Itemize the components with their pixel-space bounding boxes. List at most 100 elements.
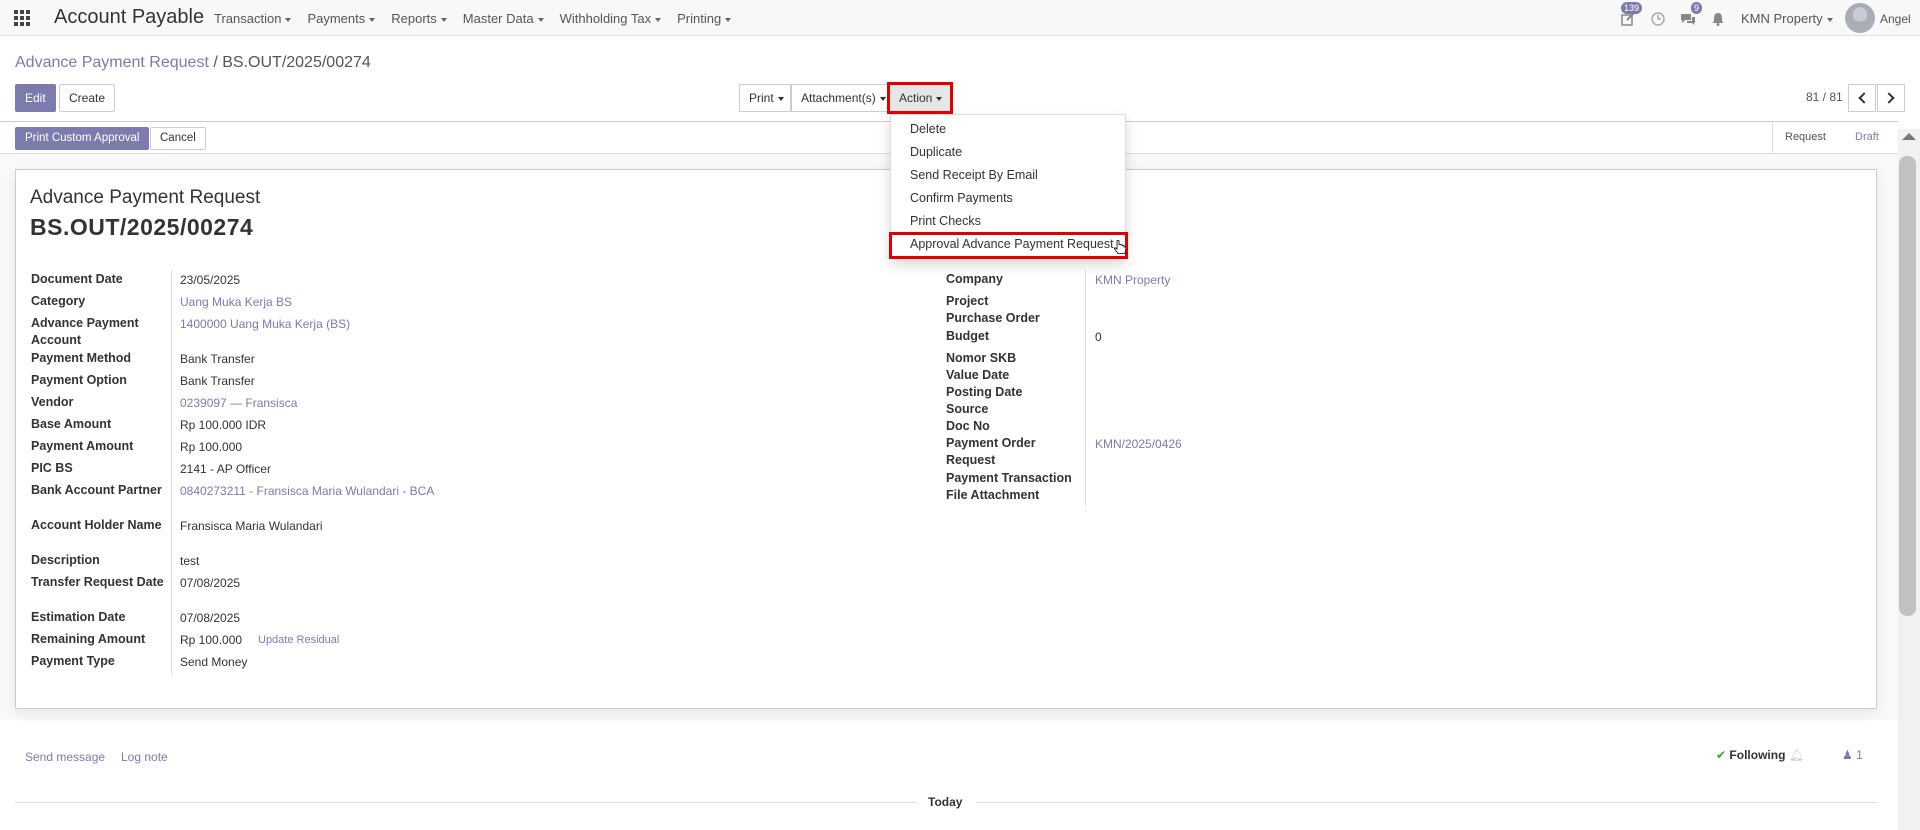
- field-value-payment-amount: Rp 100.000: [180, 440, 243, 454]
- field-value-transfer-request-date: 07/08/2025: [180, 576, 241, 590]
- bell-icon[interactable]: [1710, 11, 1726, 27]
- field-value-payment-type: Send Money: [180, 655, 248, 669]
- field-value-advance-payment-account[interactable]: 1400000 Uang Muka Kerja (BS): [180, 317, 350, 331]
- approval-highlight-box: [889, 232, 1128, 259]
- menu-item-confirm-payments[interactable]: Confirm Payments: [910, 191, 1013, 205]
- field-value-category[interactable]: Uang Muka Kerja BS: [180, 295, 292, 309]
- action-highlight-box: [887, 82, 953, 114]
- field-label-estimation-date: Estimation Date: [31, 610, 126, 624]
- scrollbar-thumb[interactable]: [1899, 156, 1916, 616]
- field-label-vendor: Vendor: [31, 395, 74, 409]
- menu-withholding-tax[interactable]: Withholding Tax: [560, 11, 662, 26]
- menu-payments[interactable]: Payments: [307, 11, 376, 26]
- field-value-pic-bs: 2141 - AP Officer: [180, 462, 271, 476]
- field-label-payment-method: Payment Method: [31, 351, 132, 365]
- stage-draft[interactable]: Draft: [1843, 122, 1891, 153]
- main-menu: Transaction Payments Reports Master Data…: [214, 11, 732, 26]
- field-label-document-date: Document Date: [31, 272, 123, 286]
- apps-menu-icon[interactable]: [14, 10, 30, 26]
- field-value-estimation-date: 07/08/2025: [180, 611, 241, 625]
- breadcrumb-current: BS.OUT/2025/00274: [222, 54, 371, 71]
- menu-item-duplicate[interactable]: Duplicate: [910, 145, 962, 159]
- menu-master-data[interactable]: Master Data: [463, 11, 544, 26]
- cursor-hand-icon: [1114, 239, 1127, 255]
- field-value-bank-account-partner[interactable]: 0840273211 - Fransisca Maria Wulandari -…: [180, 484, 434, 498]
- pager-value: 81 / 81: [1806, 90, 1843, 104]
- field-label-payment-option: Payment Option: [31, 373, 127, 387]
- field-value-budget: 0: [1095, 330, 1102, 344]
- company-switcher[interactable]: KMN Property: [1741, 11, 1833, 26]
- field-label-category: Category: [31, 294, 86, 308]
- field-label-payment-transaction: Payment Transaction: [946, 471, 1072, 485]
- field-label-transfer-request-date: Transfer Request Date: [31, 575, 164, 589]
- field-label-source: Source: [946, 402, 989, 416]
- activity-edit-icon[interactable]: 139: [1620, 2, 1642, 27]
- clock-icon[interactable]: [1650, 11, 1666, 27]
- field-label-purchase-order: Purchase Order: [946, 311, 1040, 325]
- menu-printing[interactable]: Printing: [677, 11, 732, 26]
- field-label-account-holder-name: Account Holder Name: [31, 518, 162, 532]
- create-button[interactable]: Create: [59, 84, 116, 112]
- send-message-link[interactable]: Send message: [25, 750, 105, 764]
- activity-badge: 139: [1620, 2, 1642, 14]
- messages-badge: 9: [1690, 2, 1702, 14]
- following-button[interactable]: ✔ Following 🔔︎: [1716, 748, 1804, 762]
- field-value-account-holder-name: Fransisca Maria Wulandari: [180, 519, 323, 533]
- menu-transaction[interactable]: Transaction: [214, 11, 292, 26]
- left-column-divider: [171, 270, 172, 675]
- scroll-up-arrow[interactable]: [1902, 133, 1916, 140]
- edit-button[interactable]: Edit: [15, 84, 56, 112]
- field-label-bank-account-partner: Bank Account Partner: [31, 483, 162, 497]
- today-divider-left: [15, 802, 916, 803]
- today-label: Today: [928, 795, 963, 809]
- field-label-project: Project: [946, 294, 989, 308]
- pager-next-button[interactable]: [1877, 84, 1905, 112]
- breadcrumb: Advance Payment Request / BS.OUT/2025/00…: [15, 54, 371, 72]
- user-name[interactable]: Angel: [1880, 12, 1911, 26]
- field-value-base-amount: Rp 100.000 IDR: [180, 418, 267, 432]
- check-icon: ✔: [1716, 748, 1727, 762]
- menu-item-send-receipt-by-email[interactable]: Send Receipt By Email: [910, 168, 1038, 182]
- field-value-remaining-amount: Rp 100.000: [180, 633, 243, 647]
- field-value-payment-order-request[interactable]: KMN/2025/0426: [1095, 437, 1182, 451]
- field-label-nomor-skb: Nomor SKB: [946, 351, 1017, 365]
- menu-reports[interactable]: Reports: [391, 11, 447, 26]
- field-value-vendor[interactable]: 0239097 — Fransisca: [180, 396, 297, 410]
- today-divider-right: [976, 802, 1877, 803]
- field-label-doc-no: Doc No: [946, 419, 990, 433]
- field-value-document-date: 23/05/2025: [180, 273, 241, 287]
- bell-small-icon[interactable]: 🔔︎: [1789, 748, 1804, 762]
- field-label-payment-amount: Payment Amount: [31, 439, 134, 453]
- field-label-budget: Budget: [946, 329, 990, 343]
- app-title: Account Payable: [54, 6, 205, 28]
- field-value-payment-option: Bank Transfer: [180, 374, 255, 388]
- field-value-description: test: [180, 554, 200, 568]
- field-label-company: Company: [946, 272, 1003, 286]
- user-avatar[interactable]: [1845, 3, 1875, 33]
- print-button[interactable]: Print: [739, 84, 791, 112]
- breadcrumb-parent[interactable]: Advance Payment Request: [15, 54, 209, 71]
- breadcrumb-separator: /: [213, 54, 218, 71]
- menu-item-print-checks[interactable]: Print Checks: [910, 214, 981, 228]
- user-icon: ♟: [1842, 748, 1853, 762]
- field-label-posting-date: Posting Date: [946, 385, 1023, 399]
- field-label-advance-payment-account: Advance Payment Account: [31, 316, 139, 347]
- log-note-link[interactable]: Log note: [121, 750, 168, 764]
- pager-previous-button[interactable]: [1848, 84, 1876, 112]
- field-label-remaining-amount: Remaining Amount: [31, 632, 146, 646]
- cancel-button[interactable]: Cancel: [150, 127, 206, 150]
- update-residual-button[interactable]: Update Residual: [258, 634, 339, 646]
- field-label-file-attachment: File Attachment: [946, 488, 1040, 502]
- attachments-button[interactable]: Attachment(s): [791, 84, 889, 112]
- messages-icon[interactable]: 9: [1680, 2, 1702, 27]
- print-custom-approval-button[interactable]: Print Custom Approval: [15, 127, 150, 150]
- field-label-payment-type: Payment Type: [31, 654, 115, 668]
- followers-button[interactable]: ♟ 1: [1842, 748, 1863, 762]
- field-value-company[interactable]: KMN Property: [1095, 273, 1170, 287]
- field-label-base-amount: Base Amount: [31, 417, 112, 431]
- record-name: BS.OUT/2025/00274: [30, 214, 254, 240]
- menu-item-delete[interactable]: Delete: [910, 122, 946, 136]
- form-title: Advance Payment Request: [30, 187, 261, 208]
- field-label-description: Description: [31, 553, 100, 567]
- stage-request[interactable]: Request: [1772, 122, 1838, 153]
